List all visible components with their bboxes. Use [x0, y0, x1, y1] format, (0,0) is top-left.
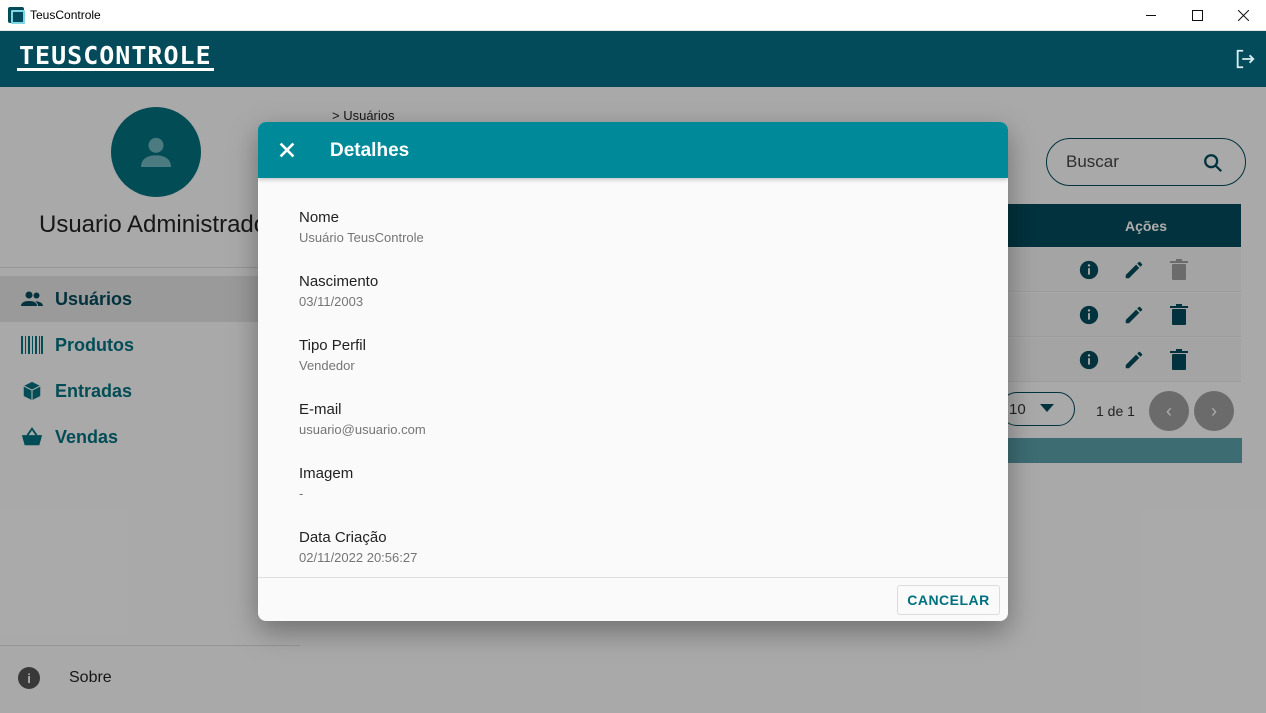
- detail-field-imagem: Imagem -: [299, 465, 353, 501]
- cancel-button[interactable]: CANCELAR: [897, 585, 1000, 615]
- dialog-body: Nome Usuário TeusControle Nascimento 03/…: [258, 178, 1008, 577]
- app-icon: [8, 7, 25, 24]
- detail-field-email: E-mail usuario@usuario.com: [299, 401, 426, 437]
- detail-field-data-criacao: Data Criação 02/11/2022 20:56:27: [299, 529, 417, 565]
- field-label: Nome: [299, 209, 340, 226]
- field-value: 02/11/2022 20:56:27: [299, 550, 418, 565]
- minimize-icon[interactable]: [1128, 0, 1174, 31]
- window-controls: [1128, 0, 1266, 31]
- close-window-icon[interactable]: [1220, 0, 1266, 31]
- field-label: Nascimento: [299, 273, 379, 290]
- detail-field-nascimento: Nascimento 03/11/2003: [299, 273, 378, 309]
- details-dialog: Detalhes Nome Usuário TeusControle Nasci…: [258, 122, 1008, 621]
- field-value: Vendedor: [299, 358, 355, 373]
- logout-icon[interactable]: [1234, 48, 1256, 70]
- detail-field-nome: Nome Usuário TeusControle: [299, 209, 424, 245]
- detail-field-tipo-perfil: Tipo Perfil Vendedor: [299, 337, 366, 373]
- dialog-header: Detalhes: [258, 122, 1008, 178]
- field-value: Usuário TeusControle: [299, 230, 424, 245]
- app-logo: TEUSCONTROLE: [17, 41, 214, 71]
- close-icon[interactable]: [276, 139, 298, 161]
- field-value: 03/11/2003: [299, 294, 364, 309]
- maximize-icon[interactable]: [1174, 0, 1220, 31]
- dialog-title: Detalhes: [330, 140, 410, 161]
- field-value: usuario@usuario.com: [299, 422, 426, 437]
- window-titlebar: TeusControle: [0, 0, 1266, 31]
- window-title: TeusControle: [30, 8, 101, 22]
- field-value: -: [299, 486, 304, 501]
- field-label: Imagem: [299, 465, 354, 482]
- field-label: Data Criação: [299, 529, 387, 546]
- app-header: TEUSCONTROLE: [0, 31, 1266, 87]
- divider: [258, 577, 1008, 578]
- field-label: Tipo Perfil: [299, 337, 366, 354]
- field-label: E-mail: [299, 401, 342, 418]
